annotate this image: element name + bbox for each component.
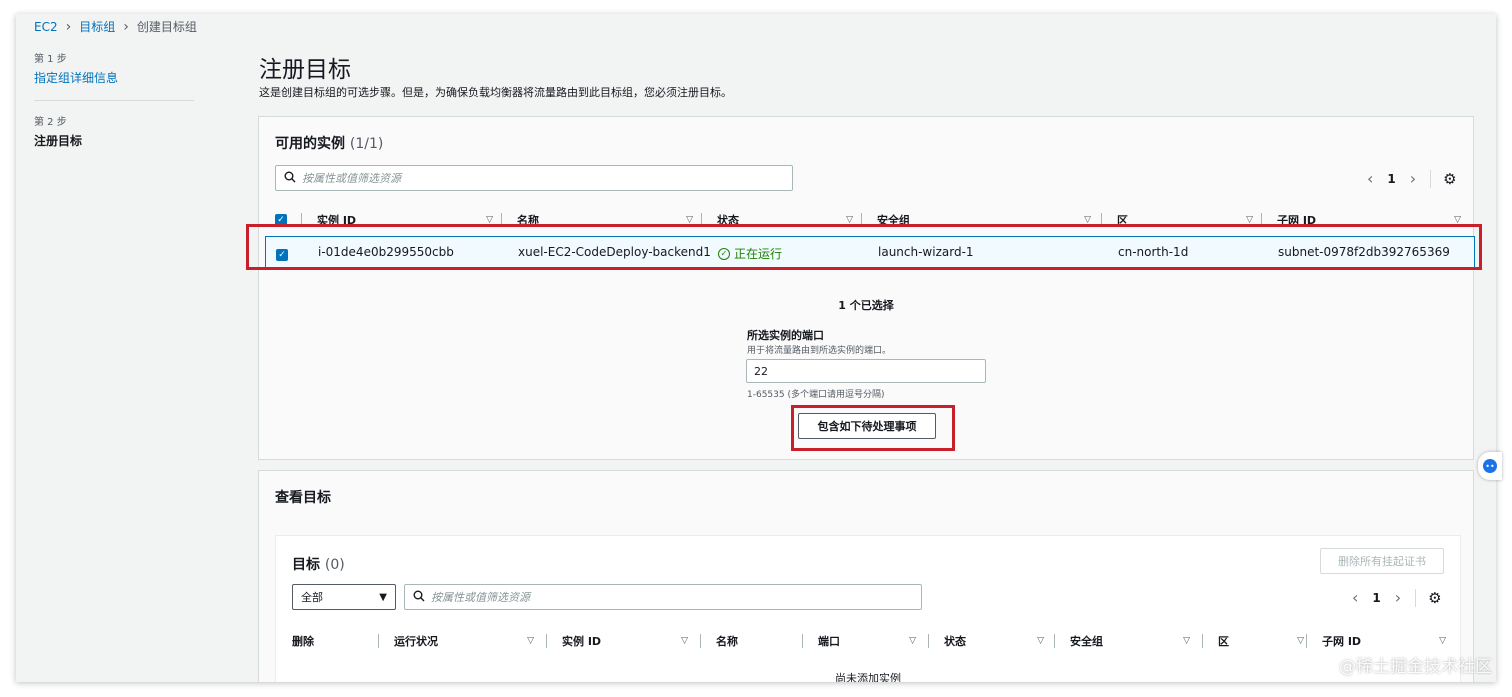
- chat-bubble[interactable]: ••: [1478, 452, 1502, 480]
- highlight-box-button: [791, 405, 955, 451]
- caret-down-icon: ▼: [379, 591, 387, 603]
- column-health[interactable]: 运行状况 ▽: [394, 632, 534, 650]
- port-input[interactable]: [746, 359, 986, 383]
- column-label: 实例 ID: [562, 635, 602, 648]
- gear-icon[interactable]: ⚙: [1415, 588, 1442, 607]
- remove-all-pending-button[interactable]: 删除所有挂起证书: [1320, 548, 1444, 574]
- port-description: 用于将流量路由到所选实例的端口。: [747, 346, 892, 356]
- page-number[interactable]: 1: [1387, 172, 1395, 186]
- review-title: 查看目标: [275, 490, 331, 506]
- column-label: 安全组: [1070, 635, 1103, 648]
- targets-container: 目标 (0) 删除所有挂起证书 全部 ▼ ‹ 1 › ⚙: [275, 535, 1461, 682]
- column-label: 运行状况: [394, 635, 438, 648]
- targets-count: (0): [324, 557, 345, 573]
- page-number[interactable]: 1: [1372, 591, 1380, 605]
- selected-count: 1 个已选择: [838, 299, 894, 312]
- breadcrumb: EC2 › 目标组 › 创建目标组: [34, 18, 197, 35]
- instances-search-input[interactable]: [302, 171, 760, 185]
- column-port[interactable]: 端口 ▽: [818, 632, 916, 650]
- column-divider: [928, 634, 929, 648]
- chevron-left-icon[interactable]: ‹: [1352, 588, 1358, 607]
- targets-table-header: 删除 运行状况 ▽ 实例 ID ▽ 名称 端口 ▽ 状态 ▽ 安全组 ▽ 区 ▽…: [292, 632, 1452, 650]
- targets-title: 目标 (0): [292, 554, 345, 574]
- breadcrumb-target-groups[interactable]: 目标组: [79, 18, 115, 35]
- step-1-link[interactable]: 指定组详细信息: [34, 69, 194, 86]
- page-description: 这是创建目标组的可选步骤。但是，为确保负载均衡器将流量路由到此目标组，您必须注册…: [259, 86, 732, 99]
- chevron-right-icon: ›: [123, 18, 129, 35]
- column-label: 状态: [944, 635, 966, 648]
- page-title: 注册目标: [259, 57, 351, 83]
- review-targets-panel: 查看目标 目标 (0) 删除所有挂起证书 全部 ▼ ‹ 1 › ⚙: [258, 470, 1474, 682]
- port-hint: 1-65535 (多个端口请用逗号分隔): [747, 390, 885, 400]
- targets-pager: ‹ 1 › ⚙: [1352, 588, 1442, 607]
- breadcrumb-current: 创建目标组: [136, 20, 197, 34]
- column-label: 删除: [292, 635, 314, 648]
- filter-select-value: 全部: [301, 591, 323, 604]
- instances-count: (1/1): [349, 136, 384, 152]
- targets-search-input[interactable]: [431, 590, 889, 604]
- targets-title-text: 目标: [292, 557, 320, 573]
- column-divider: [1054, 634, 1055, 648]
- sort-icon[interactable]: ▽: [909, 636, 916, 646]
- column-zone[interactable]: 区 ▽: [1218, 632, 1304, 650]
- column-divider: [700, 634, 701, 648]
- column-instance-id[interactable]: 实例 ID ▽: [562, 632, 688, 650]
- breadcrumb-ec2[interactable]: EC2: [34, 20, 58, 34]
- column-label: 端口: [818, 635, 840, 648]
- search-icon: [284, 171, 296, 186]
- instances-title: 可用的实例 (1/1): [275, 133, 383, 153]
- column-divider: [546, 634, 547, 648]
- instances-pager: ‹ 1 › ⚙: [1367, 169, 1457, 188]
- column-status[interactable]: 状态 ▽: [944, 632, 1044, 650]
- assistant-icon: ••: [1483, 459, 1497, 473]
- empty-targets-text: 尚未添加实例: [835, 672, 901, 682]
- column-label: 区: [1218, 635, 1229, 648]
- wizard-steps: 第 1 步 指定组详细信息 第 2 步 注册目标: [34, 50, 194, 149]
- column-remove: 删除: [292, 632, 372, 650]
- step-2-current: 注册目标: [34, 134, 83, 148]
- column-divider: [1202, 634, 1203, 648]
- column-label: 名称: [716, 635, 738, 648]
- column-name[interactable]: 名称: [716, 632, 806, 650]
- chevron-right-icon[interactable]: ›: [1395, 588, 1401, 607]
- chevron-right-icon[interactable]: ›: [1410, 169, 1416, 188]
- chevron-right-icon: ›: [65, 18, 72, 35]
- column-label: 子网 ID: [1322, 635, 1362, 648]
- search-icon: [413, 590, 425, 605]
- gear-icon[interactable]: ⚙: [1430, 169, 1457, 188]
- highlight-box-row: [246, 224, 1482, 270]
- filter-select[interactable]: 全部 ▼: [292, 584, 396, 610]
- sort-icon[interactable]: ▽: [1183, 636, 1190, 646]
- sort-icon[interactable]: ▽: [681, 636, 688, 646]
- sort-icon[interactable]: ▽: [1439, 636, 1446, 646]
- column-security-group[interactable]: 安全组 ▽: [1070, 632, 1190, 650]
- column-subnet-id[interactable]: 子网 ID ▽: [1322, 632, 1446, 650]
- sort-icon[interactable]: ▽: [1297, 636, 1304, 646]
- sort-icon[interactable]: ▽: [527, 636, 534, 646]
- targets-search[interactable]: [404, 584, 922, 610]
- step-1-label: 第 1 步: [34, 54, 67, 65]
- instances-search[interactable]: [275, 165, 793, 191]
- instances-title-text: 可用的实例: [275, 136, 345, 152]
- sort-icon[interactable]: ▽: [1037, 636, 1044, 646]
- step-divider: [34, 100, 194, 101]
- step-2-label: 第 2 步: [34, 117, 67, 128]
- chevron-left-icon[interactable]: ‹: [1367, 169, 1373, 188]
- column-divider: [1306, 634, 1307, 648]
- app-frame: EC2 › 目标组 › 创建目标组 第 1 步 指定组详细信息 第 2 步 注册…: [16, 14, 1496, 682]
- watermark: @稀土掘金技术社区: [1339, 657, 1492, 677]
- column-divider: [802, 634, 803, 648]
- column-divider: [378, 634, 379, 648]
- port-label: 所选实例的端口: [747, 329, 824, 342]
